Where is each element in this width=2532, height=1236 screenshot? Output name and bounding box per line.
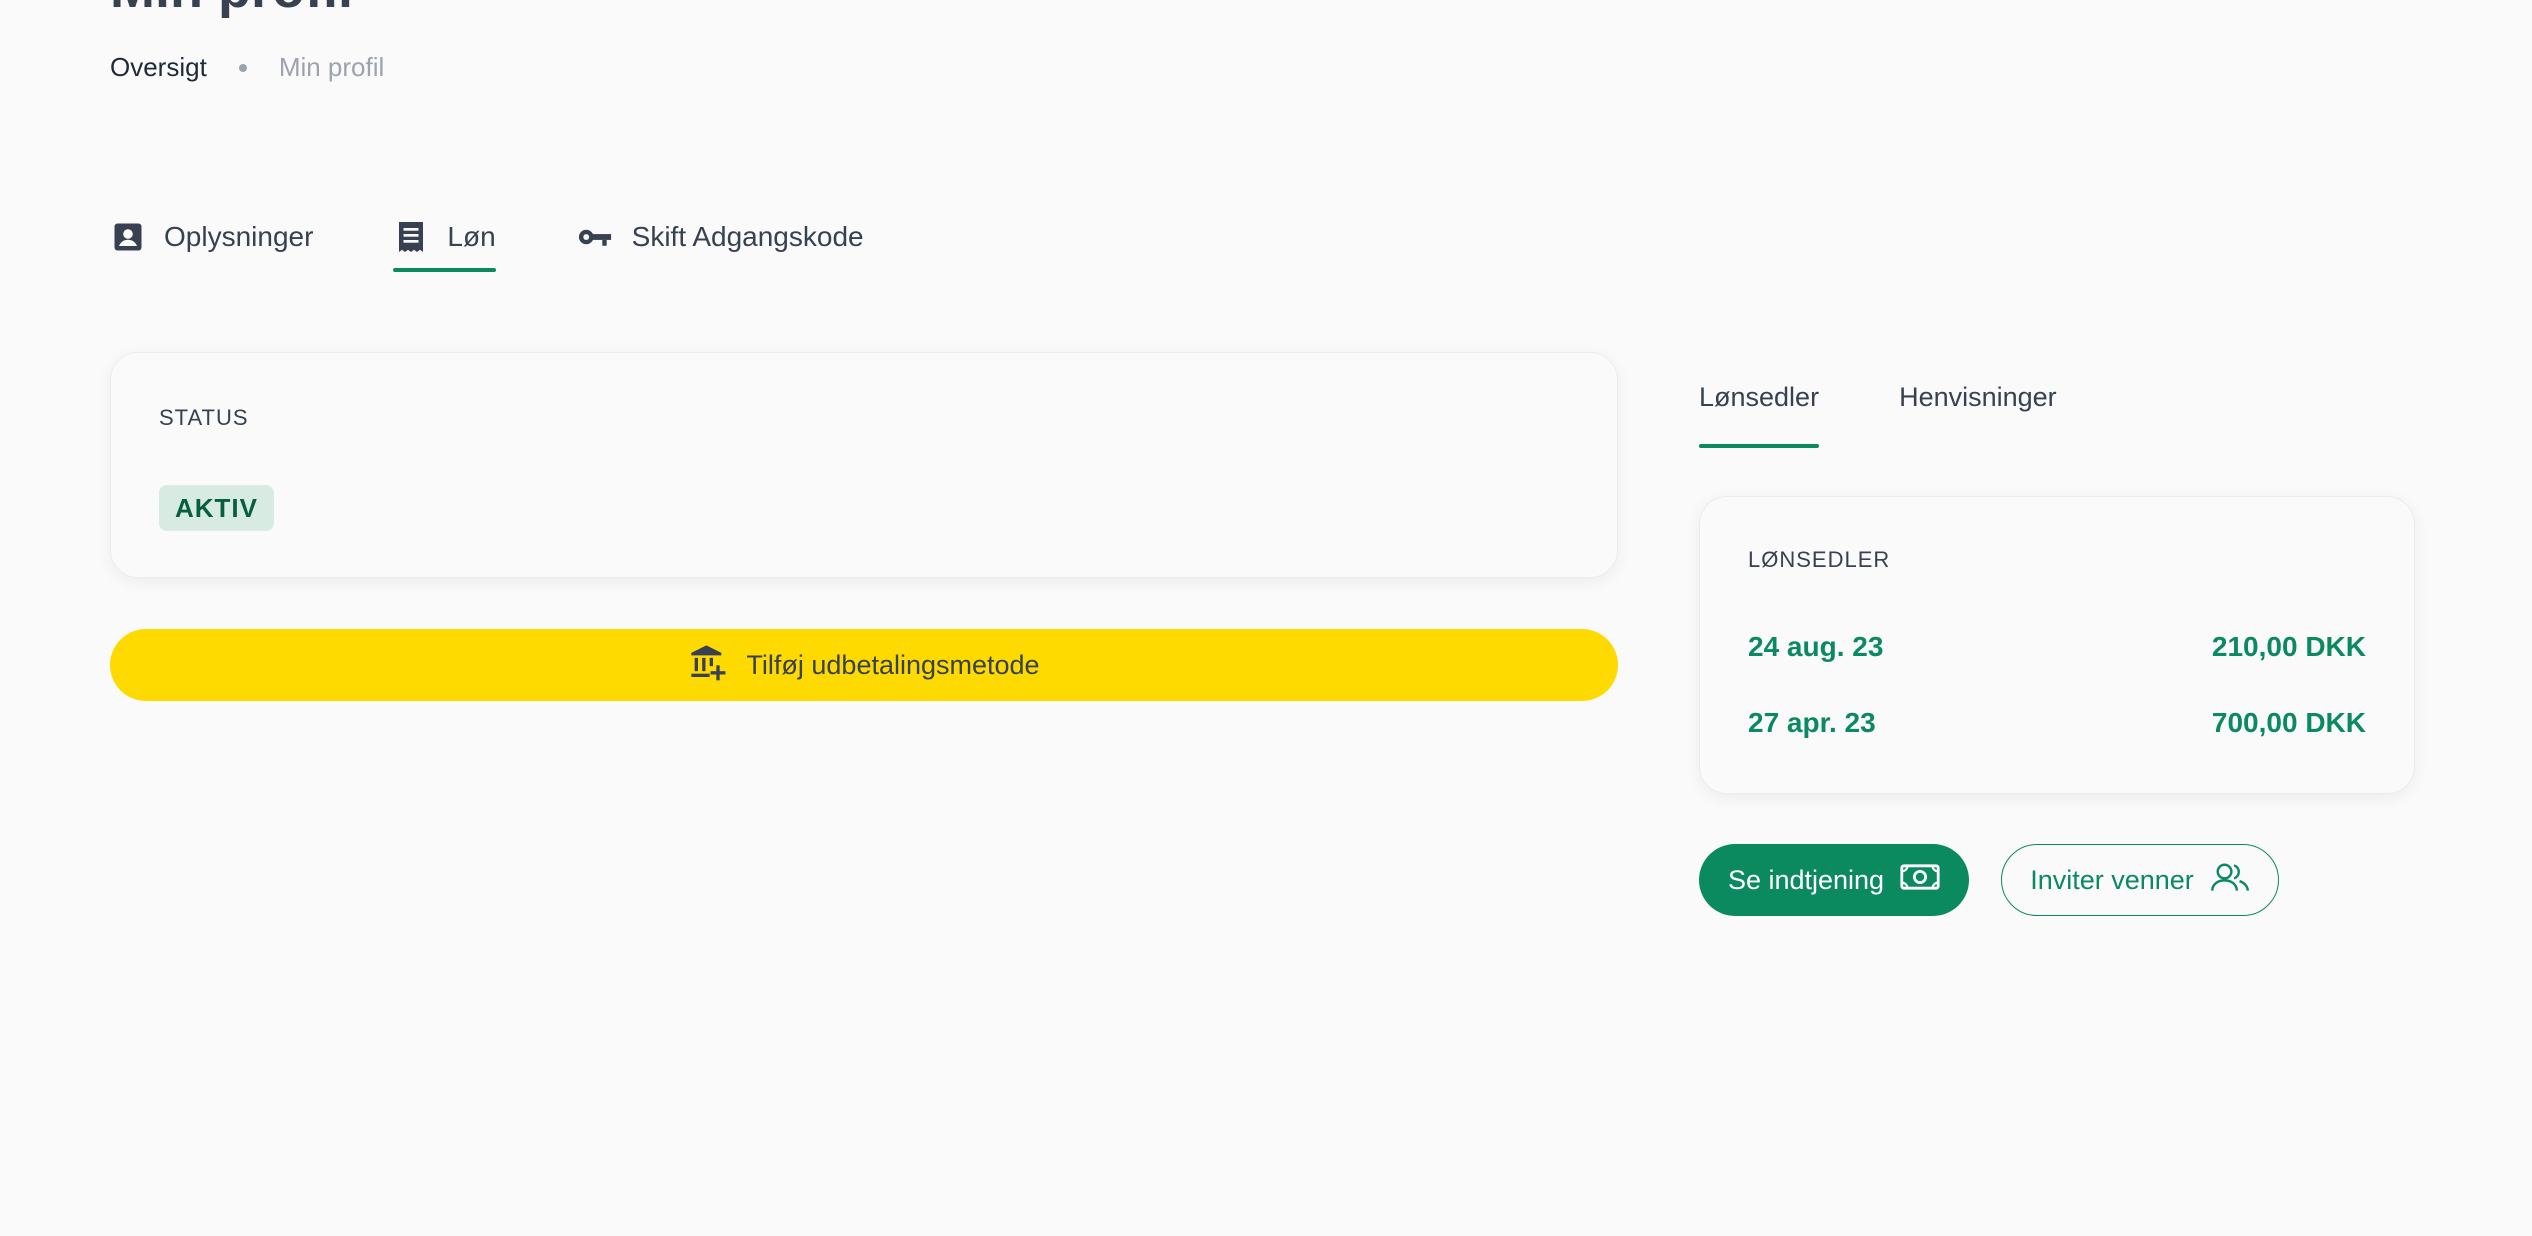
invite-friends-button[interactable]: Inviter venner	[2001, 844, 2279, 916]
tab-lonsedler[interactable]: Lønsedler	[1699, 376, 1820, 448]
users-icon	[2210, 862, 2250, 899]
breadcrumb-separator	[238, 63, 247, 72]
payslip-card: LØNSEDLER 24 aug. 23 210,00 DKK 27 apr. …	[1699, 496, 2415, 794]
add-payout-method-button[interactable]: Tilføj udbetalingsmetode	[110, 629, 1618, 701]
payslip-row[interactable]: 24 aug. 23 210,00 DKK	[1748, 627, 2366, 667]
contact-card-icon	[110, 219, 146, 255]
bank-add-icon	[688, 642, 728, 689]
status-label: STATUS	[159, 405, 249, 430]
page-title: Min profil	[110, 0, 353, 16]
see-earnings-button[interactable]: Se indtjening	[1699, 844, 1969, 916]
status-card: STATUS AKTIV	[110, 352, 1618, 578]
payslip-amount: 210,00 DKK	[2211, 631, 2366, 662]
payslip-title: LØNSEDLER	[1748, 547, 1891, 572]
see-earnings-label: Se indtjening	[1727, 864, 1885, 895]
tab-label: Løn	[447, 221, 496, 252]
breadcrumb-item-current: Min profil	[278, 52, 385, 82]
breadcrumb: Oversigt Min profil	[110, 52, 384, 83]
payslip-date: 24 aug. 23	[1748, 631, 1884, 662]
payslip-amount: 700,00 DKK	[2211, 707, 2366, 738]
profile-tabs: Oplysninger Løn Skift Adgangskode	[110, 196, 864, 272]
cash-icon	[1900, 863, 1940, 898]
key-icon	[576, 219, 614, 255]
tab-oplysninger[interactable]: Oplysninger	[110, 196, 313, 272]
tab-label: Skift Adgangskode	[631, 221, 864, 252]
payslip-date: 27 apr. 23	[1748, 707, 1876, 738]
add-payout-method-label: Tilføj udbetalingsmetode	[746, 649, 1040, 680]
invite-friends-label: Inviter venner	[2030, 864, 2194, 895]
tab-henvisninger[interactable]: Henvisninger	[1899, 376, 2057, 448]
receipt-icon	[393, 219, 429, 255]
pay-tabs: Lønsedler Henvisninger	[1699, 376, 2057, 448]
tab-skift-adgangskode[interactable]: Skift Adgangskode	[576, 196, 864, 272]
tab-lon[interactable]: Løn	[393, 196, 496, 272]
tab-label: Oplysninger	[164, 221, 314, 252]
payslip-row[interactable]: 27 apr. 23 700,00 DKK	[1748, 703, 2366, 743]
status-badge: AKTIV	[159, 485, 274, 531]
breadcrumb-item-oversigt[interactable]: Oversigt	[110, 52, 207, 83]
